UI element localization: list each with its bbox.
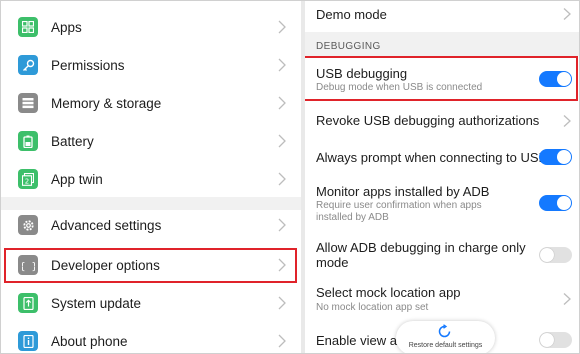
menu-item-memory-storage[interactable]: Memory & storage [1,84,301,122]
settings-menu: Apps Permissions Memory & storage Batter… [1,1,301,353]
app-twin-icon: 2 [18,169,38,189]
chevron-right-icon [278,172,286,186]
battery-icon [18,131,38,151]
allow-adb-charge-toggle[interactable] [539,247,572,263]
key-icon [18,55,38,75]
menu-item-label: Permissions [51,57,125,73]
demo-mode-label: Demo mode [316,7,387,22]
chevron-right-icon [278,334,286,348]
allow-adb-charge-title-line1: Allow ADB debugging in charge only [316,240,526,255]
monitor-apps-subtitle-line1: Require user confirmation when apps [316,200,482,211]
chevron-right-icon [278,218,286,232]
info-icon [18,331,38,351]
chevron-right-icon [563,115,571,127]
chevron-right-icon [563,8,571,20]
enable-view-title: Enable view att [316,333,405,348]
always-prompt-title: Always prompt when connecting to USB [316,150,548,165]
monitor-apps-title: Monitor apps installed by ADB [316,184,490,199]
menu-item-apps[interactable]: Apps [1,8,301,46]
chevron-right-icon [563,293,571,305]
section-debugging-label: DEBUGGING [316,41,381,52]
chevron-right-icon [278,296,286,310]
restore-icon [438,324,451,338]
mock-location-row[interactable]: Select mock location app No mock locatio… [305,279,579,319]
always-prompt-row[interactable]: Always prompt when connecting to USB [305,141,579,175]
developer-options-highlight [4,248,297,283]
menu-item-label: App twin [51,171,103,187]
always-prompt-toggle[interactable] [539,149,572,165]
monitor-apps-toggle[interactable] [539,195,572,211]
monitor-apps-row[interactable]: Monitor apps installed by ADB Require us… [305,178,579,228]
menu-item-battery[interactable]: Battery [1,122,301,160]
restore-default-label: Restore default settings [408,342,483,349]
monitor-apps-subtitle-line2: installed by ADB [316,212,389,223]
chevron-right-icon [278,96,286,110]
menu-item-system-update[interactable]: System update [1,284,301,322]
menu-item-app-twin[interactable]: 2 App twin [1,160,301,198]
chevron-right-icon [278,20,286,34]
system-update-icon [18,293,38,313]
menu-item-permissions[interactable]: Permissions [1,46,301,84]
menu-item-label: System update [51,295,142,311]
menu-item-label: Apps [51,19,82,35]
chevron-right-icon [278,134,286,148]
menu-item-label: Advanced settings [51,217,162,233]
allow-adb-charge-title-line2: mode [316,255,349,270]
chevron-right-icon [278,58,286,72]
usb-debugging-highlight [305,56,578,101]
apps-icon [18,17,38,37]
menu-item-label: Memory & storage [51,95,162,111]
developer-options-panel: Demo mode DEBUGGING USB debugging Debug … [305,1,579,353]
demo-mode-row[interactable]: Demo mode [305,1,579,31]
menu-item-label: Battery [51,133,94,149]
menu-item-advanced-settings[interactable]: Advanced settings [1,206,301,244]
menu-item-about-phone[interactable]: About phone [1,322,301,354]
gear-icon [18,215,38,235]
mock-location-subtitle: No mock location app set [316,302,429,313]
svg-text:2: 2 [25,177,29,185]
revoke-usb-row[interactable]: Revoke USB debugging authorizations [305,103,579,137]
revoke-usb-title: Revoke USB debugging authorizations [316,113,540,128]
storage-icon [18,93,38,113]
enable-view-toggle[interactable] [539,332,572,348]
allow-adb-charge-row[interactable]: Allow ADB debugging in charge only mode [305,233,579,273]
menu-item-label: About phone [51,333,128,349]
restore-default-button[interactable]: Restore default settings [396,321,495,353]
mock-location-title: Select mock location app [316,285,461,300]
